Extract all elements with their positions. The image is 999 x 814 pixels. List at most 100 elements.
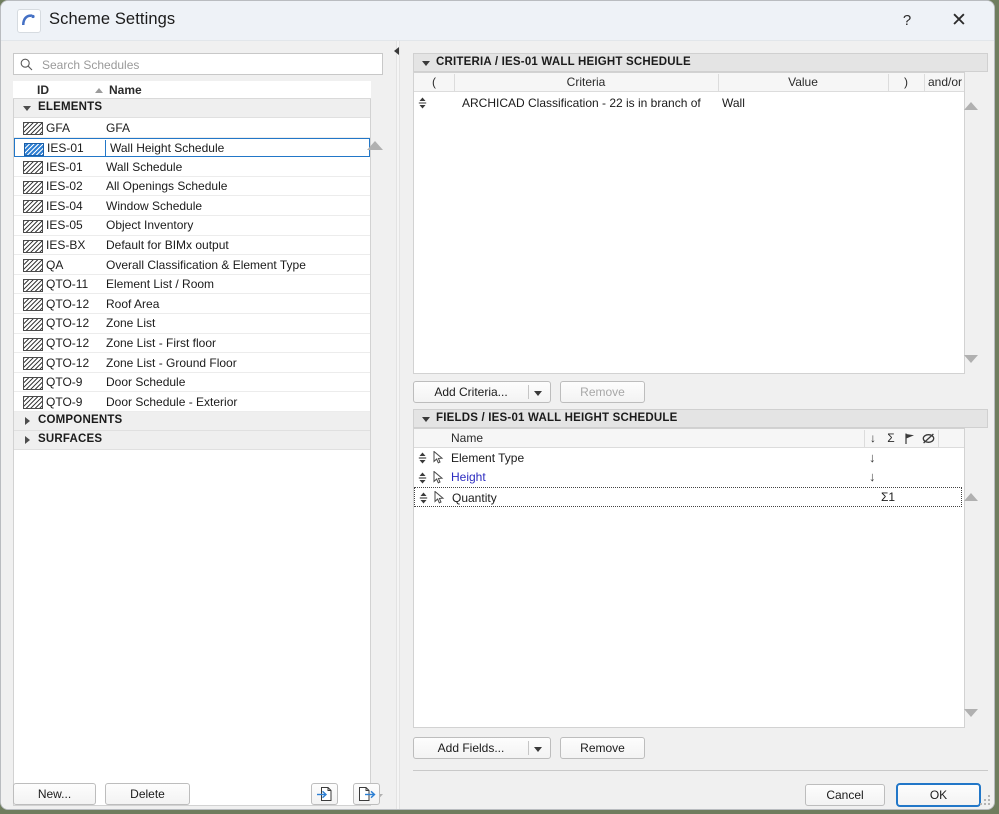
list-item[interactable]: IES-01Wall Schedule: [14, 157, 370, 177]
column-header-criteria[interactable]: Criteria: [454, 75, 718, 89]
list-item[interactable]: QTO-12Zone List - Ground Floor: [14, 353, 370, 373]
close-icon[interactable]: ✕: [944, 7, 974, 35]
column-header-id[interactable]: ID: [37, 83, 49, 97]
fields-section-header[interactable]: FIELDS / IES-01 WALL HEIGHT SCHEDULE: [413, 409, 988, 428]
chevron-right-icon[interactable]: [25, 436, 30, 444]
criteria-operator-cell[interactable]: is in branch of: [626, 96, 701, 110]
schedule-icon: [23, 279, 43, 292]
column-header-flag[interactable]: [900, 432, 918, 448]
list-item[interactable]: QTO-9Door Schedule - Exterior: [14, 392, 370, 412]
drag-handle-icon[interactable]: [418, 97, 427, 109]
collapse-panel-icon[interactable]: [394, 47, 399, 55]
group-row-surfaces[interactable]: SURFACES: [14, 431, 370, 450]
list-scroll-up-icon[interactable]: [367, 141, 383, 150]
pointer-cursor-icon[interactable]: [433, 451, 444, 464]
list-item[interactable]: QTO-11Element List / Room: [14, 275, 370, 295]
fields-table[interactable]: Name ↓ Σ Element Type: [413, 428, 965, 728]
import-document-icon[interactable]: [311, 783, 338, 805]
schedule-icon: [24, 143, 44, 156]
resize-grip[interactable]: [980, 795, 991, 806]
chevron-down-icon[interactable]: [422, 417, 430, 422]
drag-handle-icon[interactable]: [418, 472, 427, 484]
ok-button[interactable]: OK: [896, 783, 981, 807]
criteria-scroll-up-icon[interactable]: [964, 102, 978, 110]
list-item-id: IES-BX: [46, 238, 85, 252]
search-input[interactable]: [40, 54, 374, 76]
list-item[interactable]: QAOverall Classification & Element Type: [14, 255, 370, 275]
remove-fields-button[interactable]: Remove: [560, 737, 645, 759]
column-header-field-name[interactable]: Name: [451, 431, 571, 445]
fields-section-title: FIELDS / IES-01 WALL HEIGHT SCHEDULE: [436, 412, 677, 424]
list-item-name: Roof Area: [106, 297, 159, 311]
remove-criteria-button[interactable]: Remove: [560, 381, 645, 403]
schedule-icon: [23, 318, 43, 331]
list-item[interactable]: QTO-9Door Schedule: [14, 373, 370, 393]
list-item[interactable]: QTO-12Zone List: [14, 314, 370, 334]
column-header-hide[interactable]: [918, 432, 938, 448]
delete-button[interactable]: Delete: [105, 783, 190, 805]
group-row-components[interactable]: COMPONENTS: [14, 412, 370, 431]
schedules-panel: ID Name ELEMENTSGFAGFAIES-01Wall Height …: [1, 41, 391, 810]
sort-ascending-icon[interactable]: [95, 88, 103, 93]
list-item[interactable]: QTO-12Roof Area: [14, 294, 370, 314]
list-item-name: Wall Height Schedule: [105, 140, 370, 156]
export-document-icon[interactable]: [353, 783, 380, 805]
list-item[interactable]: IES-01Wall Height Schedule: [14, 138, 370, 158]
list-item[interactable]: IES-05 Object Inventory: [14, 216, 370, 236]
criteria-table[interactable]: ( Criteria Value ) and/or ARCHICAD Class…: [413, 72, 965, 374]
field-sum-indicator[interactable]: Σ1: [881, 490, 895, 504]
list-item[interactable]: IES-02All Openings Schedule: [14, 177, 370, 197]
splitter-bar[interactable]: [396, 41, 400, 810]
criteria-row[interactable]: ARCHICAD Classification - 22is in branch…: [414, 93, 964, 113]
criteria-section-header[interactable]: CRITERIA / IES-01 WALL HEIGHT SCHEDULE: [413, 53, 988, 72]
panel-splitter[interactable]: [391, 41, 405, 810]
column-header-sum[interactable]: Σ: [882, 431, 900, 445]
list-item-name: Door Schedule - Exterior: [106, 395, 237, 409]
field-sort-indicator[interactable]: ↓: [869, 469, 876, 484]
list-item-id: IES-01: [46, 160, 83, 174]
pointer-cursor-icon[interactable]: [434, 491, 445, 504]
schedule-list[interactable]: ELEMENTSGFAGFAIES-01Wall Height Schedule…: [13, 99, 371, 806]
pointer-cursor-icon[interactable]: [433, 471, 444, 484]
add-fields-button[interactable]: Add Fields...: [413, 737, 551, 759]
fields-scroll-up-icon[interactable]: [964, 493, 978, 501]
chevron-down-icon[interactable]: [534, 391, 542, 396]
column-header-name[interactable]: Name: [109, 83, 142, 97]
add-criteria-button[interactable]: Add Criteria...: [413, 381, 551, 403]
drag-handle-icon[interactable]: [418, 452, 427, 464]
group-row-elements[interactable]: ELEMENTS: [14, 99, 370, 118]
chevron-right-icon[interactable]: [25, 417, 30, 425]
column-header-sort[interactable]: ↓: [864, 431, 882, 445]
criteria-section-title: CRITERIA / IES-01 WALL HEIGHT SCHEDULE: [436, 56, 691, 68]
cancel-button[interactable]: Cancel: [805, 784, 885, 806]
column-header-open-paren[interactable]: (: [414, 75, 454, 89]
list-item[interactable]: IES-04Window Schedule: [14, 196, 370, 216]
list-item[interactable]: QTO-12Zone List - First floor: [14, 334, 370, 354]
criteria-scroll-down-icon[interactable]: [964, 355, 978, 363]
fields-scroll-down-icon[interactable]: [964, 709, 978, 717]
search-box[interactable]: [13, 53, 383, 75]
list-item[interactable]: GFAGFA: [14, 118, 370, 138]
field-name-cell[interactable]: Height: [451, 470, 486, 484]
column-header-andor[interactable]: and/or: [924, 75, 965, 89]
new-button[interactable]: New...: [13, 783, 96, 805]
chevron-down-icon[interactable]: [534, 747, 542, 752]
column-header-close-paren[interactable]: ): [888, 75, 924, 89]
field-row[interactable]: Element Type ↓: [414, 448, 964, 468]
schedule-icon: [23, 122, 43, 135]
chevron-down-icon[interactable]: [23, 106, 31, 111]
list-item-name: Object Inventory: [106, 218, 193, 232]
help-button[interactable]: ?: [892, 7, 922, 35]
field-name-cell[interactable]: Quantity: [452, 491, 497, 505]
field-sort-indicator[interactable]: ↓: [869, 450, 876, 465]
column-header-value[interactable]: Value: [718, 75, 888, 89]
list-item[interactable]: IES-BXDefault for BIMx output: [14, 236, 370, 256]
criteria-name-cell[interactable]: ARCHICAD Classification - 22: [462, 96, 623, 110]
list-item-id: IES-05: [46, 218, 83, 232]
field-row[interactable]: Height ↓: [414, 468, 964, 488]
chevron-down-icon[interactable]: [422, 61, 430, 66]
field-name-cell[interactable]: Element Type: [451, 451, 524, 465]
drag-handle-icon[interactable]: [419, 492, 428, 504]
criteria-value-cell[interactable]: Wall: [722, 96, 745, 110]
field-row[interactable]: Quantity Σ1: [414, 487, 962, 507]
